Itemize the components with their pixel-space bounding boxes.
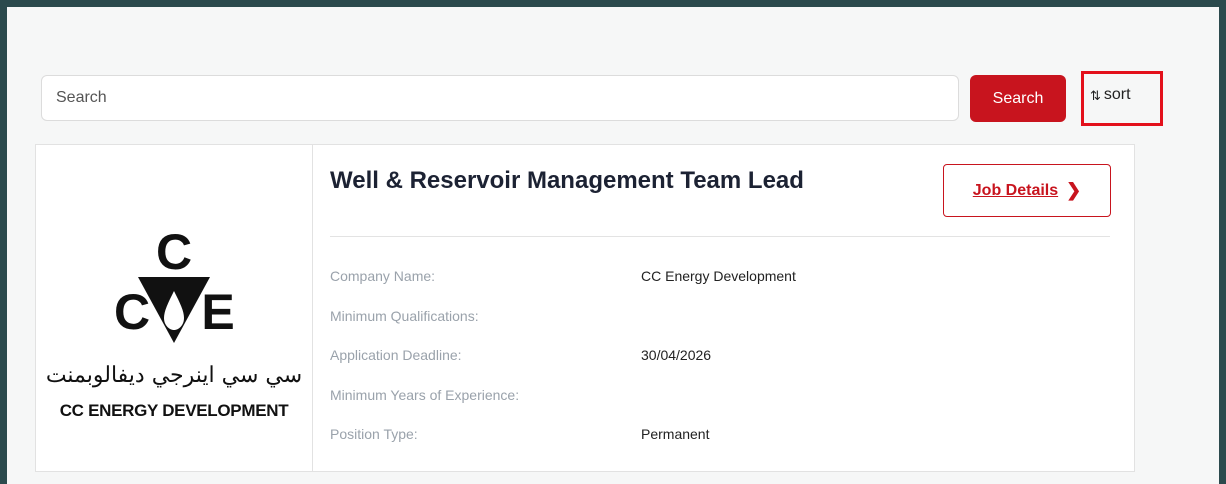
logo-letter-left: C [114, 284, 150, 340]
sort-button[interactable]: ⇅ sort [1081, 71, 1163, 126]
chevron-right-icon: ❯ [1066, 180, 1082, 200]
job-details-label: Job Details [972, 181, 1059, 199]
divider [330, 236, 1110, 237]
logo-letter-top: C [156, 225, 192, 280]
field-label: Minimum Qualifications: [330, 308, 479, 324]
field-value: Permanent [641, 426, 710, 442]
search-input[interactable] [41, 75, 959, 121]
job-card: C C E سي سي اينرجي ديفالوبمنت CC ENERGY … [35, 144, 1135, 472]
job-details-button[interactable]: Job Details ❯ [943, 164, 1111, 217]
company-logo: C C E سي سي اينرجي ديفالوبمنت CC ENERGY … [36, 145, 313, 471]
field-value: CC Energy Development [641, 268, 796, 284]
logo-letter-right: E [201, 284, 234, 340]
search-button[interactable]: Search [970, 75, 1066, 122]
sort-label: sort [1103, 86, 1131, 103]
logo-arabic-text: سي سي اينرجي ديفالوبمنت [45, 363, 303, 388]
field-label: Application Deadline: [330, 347, 462, 363]
cce-logo-mark: C C E [114, 225, 234, 343]
logo-english-text: CC ENERGY DEVELOPMENT [59, 401, 289, 420]
field-label: Minimum Years of Experience: [330, 387, 520, 403]
job-title: Well & Reservoir Management Team Lead [330, 167, 804, 194]
field-label: Company Name: [330, 268, 436, 284]
field-value: 30/04/2026 [641, 347, 712, 363]
field-label: Position Type: [330, 426, 418, 442]
sort-arrows-icon: ⇅ [1090, 88, 1101, 103]
